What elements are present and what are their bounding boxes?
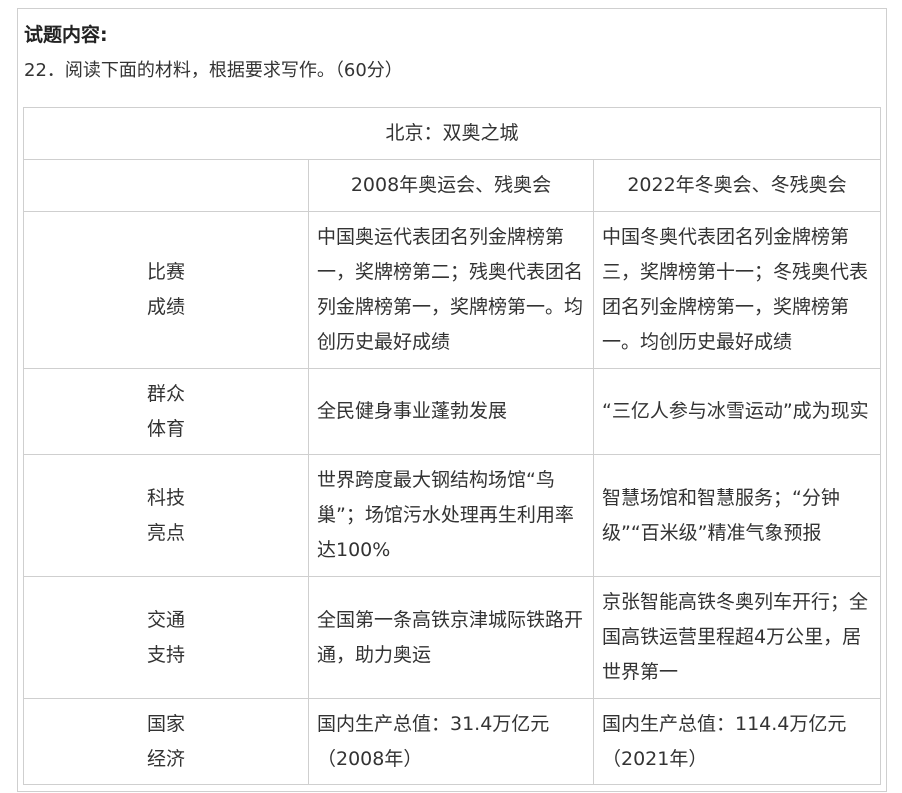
cell-2022: 中国冬奥代表团名列金牌榜第三，奖牌榜第十一；冬残奥代表团名列金牌榜第一，奖牌榜第…: [592, 211, 882, 369]
table-row: 国家 经济 国内生产总值：31.4万亿元（2008年） 国内生产总值：114.4…: [23, 698, 882, 785]
material-table: 北京：双奥之城 2008年奥运会、残奥会 2022年冬奥会、冬残奥会 比赛 成绩…: [22, 107, 882, 785]
header-cell-2022: 2022年冬奥会、冬残奥会: [592, 159, 882, 212]
table-title: 北京：双奥之城: [22, 107, 882, 160]
cell-2022: 国内生产总值：114.4万亿元（2021年）: [592, 698, 882, 785]
table-row: 科技 亮点 世界跨度最大钢结构场馆“鸟巢”；场馆污水处理再生利用率达100% 智…: [23, 454, 882, 577]
row-label: 国家 经济: [23, 698, 309, 785]
row-label: 科技 亮点: [23, 454, 309, 577]
cell-2022: 京张智能高铁冬奥列车开行；全国高铁运营里程超4万公里，居世界第一: [592, 576, 882, 699]
row-label: 比赛 成绩: [23, 211, 309, 369]
row-label: 群众 体育: [23, 368, 309, 455]
header-cell-empty: [23, 159, 309, 212]
table-header-row: 2008年奥运会、残奥会 2022年冬奥会、冬残奥会: [23, 159, 882, 212]
cell-2008: 世界跨度最大钢结构场馆“鸟巢”；场馆污水处理再生利用率达100%: [308, 454, 594, 577]
question-text: 22．阅读下面的材料，根据要求写作。（60分）: [24, 60, 403, 81]
cell-2022: 智慧场馆和智慧服务；“分钟级”“百米级”精准气象预报: [592, 454, 882, 577]
table-row: 比赛 成绩 中国奥运代表团名列金牌榜第一，奖牌榜第二；残奥代表团名列金牌榜第一，…: [23, 211, 882, 369]
cell-2008: 全民健身事业蓬勃发展: [308, 368, 594, 455]
cell-2008: 全国第一条高铁京津城际铁路开通，助力奥运: [308, 576, 594, 699]
cell-2008: 国内生产总值：31.4万亿元（2008年）: [308, 698, 594, 785]
cell-2022: “三亿人参与冰雪运动”成为现实: [592, 368, 882, 455]
table-row: 群众 体育 全民健身事业蓬勃发展 “三亿人参与冰雪运动”成为现实: [23, 368, 882, 455]
table-title-row: 北京：双奥之城: [22, 107, 882, 160]
table-row: 交通 支持 全国第一条高铁京津城际铁路开通，助力奥运 京张智能高铁冬奥列车开行；…: [23, 576, 882, 699]
row-label: 交通 支持: [23, 576, 309, 699]
section-heading: 试题内容:: [24, 24, 108, 46]
header-cell-2008: 2008年奥运会、残奥会: [308, 159, 594, 212]
cell-2008: 中国奥运代表团名列金牌榜第一，奖牌榜第二；残奥代表团名列金牌榜第一，奖牌榜第一。…: [308, 211, 594, 369]
